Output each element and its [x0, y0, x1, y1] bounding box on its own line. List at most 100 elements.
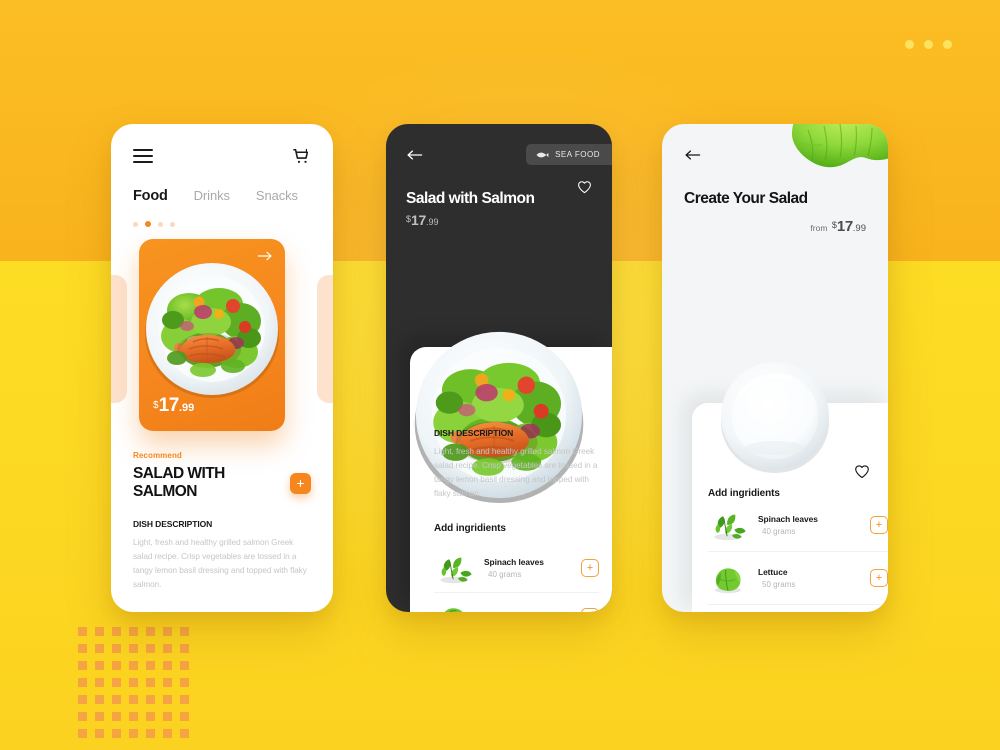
dish-description: Light, fresh and healthy grilled salmon …	[434, 447, 598, 499]
decorative-square	[180, 627, 189, 636]
heart-icon[interactable]	[577, 180, 592, 194]
decorative-square	[146, 712, 155, 721]
app-mockup-stage: Food Drinks Snacks $17.99 Recommend SALA…	[0, 0, 1000, 750]
hero-price: $17.99	[153, 395, 194, 417]
list-item[interactable]: Spinach leaves 40 grams +	[708, 499, 888, 552]
decorative-square	[129, 661, 138, 670]
decorative-square	[78, 627, 87, 636]
decorative-square	[146, 729, 155, 738]
decorative-square	[78, 729, 87, 738]
price-integer: 17	[158, 395, 180, 416]
list-item[interactable]: Fresh Tomatoes 80 grams +	[708, 605, 888, 612]
carousel-card-prev[interactable]	[111, 275, 127, 403]
list-item[interactable]: +	[434, 593, 599, 612]
list-item[interactable]: Spinach leaves 40 grams +	[434, 544, 599, 594]
category-tabs: Food Drinks Snacks	[133, 188, 311, 204]
decorative-square	[129, 712, 138, 721]
phone-screen-menu: Food Drinks Snacks $17.99 Recommend SALA…	[111, 124, 333, 612]
dish-carousel: $17.99	[111, 239, 333, 435]
ingredients-label: Add ingridients	[434, 523, 506, 535]
recommend-label: Recommend	[133, 451, 182, 460]
description-label: DISH DESCRIPTION	[133, 519, 213, 529]
ingredient-amount: 40 grams	[762, 527, 796, 536]
decorative-square	[129, 627, 138, 636]
heart-icon[interactable]	[854, 464, 870, 479]
dot	[905, 40, 914, 49]
decorative-square	[95, 661, 104, 670]
decorative-square	[146, 644, 155, 653]
decorative-square	[95, 712, 104, 721]
from-label: from	[810, 223, 828, 233]
add-ingredient-button[interactable]: +	[870, 516, 888, 534]
page-title: SALAD WITH SALMON	[133, 465, 225, 500]
decorative-square	[163, 678, 172, 687]
pager-dot[interactable]	[170, 221, 175, 227]
ingredient-name: Spinach leaves	[758, 514, 818, 524]
add-dish-button[interactable]: +	[290, 472, 311, 494]
tab-food[interactable]: Food	[133, 188, 168, 204]
ingredient-amount: 40 grams	[488, 570, 522, 580]
add-ingredient-button[interactable]: +	[581, 559, 599, 578]
pager-dot[interactable]	[133, 221, 138, 227]
pager-dot-active[interactable]	[145, 221, 151, 227]
decorative-square	[112, 661, 121, 670]
decorative-square	[180, 661, 189, 670]
decorative-square	[112, 729, 121, 738]
dot	[924, 40, 933, 49]
decorative-square	[163, 695, 172, 704]
badge-label: SEA FOOD	[555, 150, 600, 159]
arrow-left-icon[interactable]	[684, 149, 701, 161]
empty-white-plate-image	[721, 362, 829, 473]
from-price: from $17.99	[684, 218, 866, 236]
decorative-square	[146, 661, 155, 670]
dish-description: Light, fresh and healthy grilled salmon …	[133, 538, 307, 590]
decorative-square-grid	[78, 627, 193, 742]
decorative-square	[95, 644, 104, 653]
list-item[interactable]: Lettuce 50 grams +	[708, 552, 888, 605]
pager-dot[interactable]	[158, 221, 163, 227]
hamburger-icon[interactable]	[133, 149, 153, 163]
decorative-square	[180, 644, 189, 653]
carousel-card-next[interactable]	[317, 275, 333, 403]
description-label: DISH DESCRIPTION	[434, 428, 514, 438]
decorative-square	[78, 644, 87, 653]
add-ingredient-button[interactable]: +	[870, 569, 888, 587]
phone-screen-detail: SEA FOOD Salad with Salmon $17.99 DISH D…	[386, 124, 612, 612]
decorative-square	[95, 729, 104, 738]
tab-drinks[interactable]: Drinks	[194, 188, 230, 203]
carousel-card-active[interactable]: $17.99	[139, 239, 285, 431]
decorative-square	[112, 712, 121, 721]
decorative-square	[163, 627, 172, 636]
decorative-square	[95, 678, 104, 687]
lettuce-thumb-icon	[715, 568, 741, 594]
spinach-thumb-icon	[714, 514, 746, 541]
arrow-left-icon[interactable]	[406, 149, 423, 161]
price-decimal: .99	[426, 217, 439, 227]
shopping-cart-icon[interactable]	[291, 146, 311, 166]
fish-icon	[536, 152, 549, 157]
tab-snacks[interactable]: Snacks	[256, 188, 298, 203]
dot	[943, 40, 952, 49]
decorative-square	[146, 695, 155, 704]
add-ingredient-button[interactable]: +	[581, 608, 599, 612]
decorative-square	[129, 678, 138, 687]
decorative-square	[129, 644, 138, 653]
decorative-square	[180, 678, 189, 687]
decorative-square	[163, 644, 172, 653]
price-decimal: .99	[852, 223, 866, 234]
decorative-square	[163, 661, 172, 670]
decorative-square	[112, 678, 121, 687]
page-title: Salad with Salmon	[406, 190, 535, 207]
decorative-square	[180, 712, 189, 721]
decorative-square	[78, 712, 87, 721]
salmon-salad-plate-image	[145, 263, 279, 398]
lettuce-thumb-icon	[445, 608, 462, 612]
price-integer: 17	[411, 212, 426, 228]
decorative-square	[95, 627, 104, 636]
decorative-square	[163, 712, 172, 721]
decorative-square	[129, 695, 138, 704]
spinach-thumb-icon	[440, 558, 472, 584]
dish-price: $17.99	[406, 212, 592, 230]
ingredient-name: Spinach leaves	[484, 557, 544, 568]
decorative-square	[180, 695, 189, 704]
